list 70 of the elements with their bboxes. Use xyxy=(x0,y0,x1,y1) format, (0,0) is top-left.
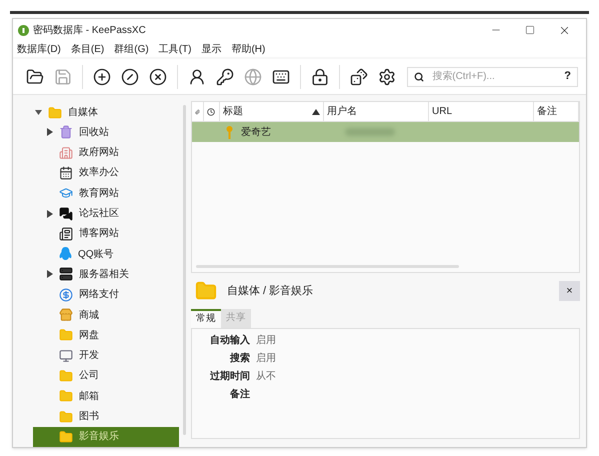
column-header[interactable]: URL xyxy=(429,102,534,121)
folder-icon xyxy=(59,430,73,444)
collapse-arrow-icon[interactable] xyxy=(35,110,42,116)
tree-item[interactable]: 政府网站 xyxy=(33,142,179,163)
clock-icon xyxy=(207,108,215,116)
folder-icon xyxy=(195,280,217,302)
expand-arrow-icon[interactable] xyxy=(47,270,53,278)
tree-item[interactable]: 服务器相关 xyxy=(33,264,179,285)
search-icon xyxy=(414,72,424,82)
menu-item[interactable]: 群组(G) xyxy=(114,42,149,56)
server-icon xyxy=(59,267,73,282)
column-header[interactable]: 备注 xyxy=(534,102,579,121)
building-icon xyxy=(59,146,73,160)
menu-item[interactable]: 帮助(H) xyxy=(231,42,266,56)
shop-icon xyxy=(59,308,73,322)
table-row[interactable]: 爱奇艺 xyxy=(192,122,579,142)
menu-item[interactable]: 显示 xyxy=(201,42,222,56)
tree-item[interactable]: 商城 xyxy=(33,304,179,326)
help-button[interactable]: ? xyxy=(564,68,571,85)
paperclip-icon xyxy=(195,108,200,116)
tree-item[interactable]: 开发 xyxy=(33,346,179,366)
expand-arrow-icon[interactable] xyxy=(47,210,53,218)
field-value: 启用 xyxy=(256,352,277,366)
field-value: 启用 xyxy=(256,334,277,348)
menu-item[interactable]: 条目(E) xyxy=(70,42,104,56)
column-header[interactable]: 用户名 xyxy=(324,102,429,121)
calendar-icon xyxy=(59,166,73,180)
tree-item[interactable]: 回收站 xyxy=(33,122,179,143)
penguin-icon xyxy=(59,247,72,262)
tree-item[interactable]: 影音娱乐 xyxy=(33,426,179,447)
search-field[interactable]: 搜索(Ctrl+F)... ? xyxy=(407,66,578,86)
folder-icon xyxy=(59,368,73,383)
monitor-icon xyxy=(59,348,73,363)
folder-icon xyxy=(48,106,62,120)
menu-item[interactable]: 数据库(D) xyxy=(17,42,61,56)
field-value: 从不 xyxy=(256,370,277,384)
tree-item[interactable]: 邮箱 xyxy=(33,386,179,406)
folder-icon xyxy=(59,328,73,342)
column-header[interactable]: 标题 xyxy=(220,102,324,121)
tree-item[interactable]: 网盘 xyxy=(33,325,179,346)
group-path: 自媒体 / 影音娱乐 xyxy=(227,284,314,299)
key-icon xyxy=(226,126,233,138)
expand-arrow-icon[interactable] xyxy=(47,128,53,136)
field-label: 自动输入 xyxy=(209,334,250,348)
tree-item[interactable]: 教育网站 xyxy=(33,183,179,204)
tree-item[interactable]: 论坛社区 xyxy=(33,203,179,224)
tree-label: 自媒体 xyxy=(68,106,98,120)
payment-icon xyxy=(59,288,73,302)
tree-item[interactable]: QQ账号 xyxy=(33,244,179,264)
field-label: 过期时间 xyxy=(209,370,250,384)
menu-item[interactable]: 工具(T) xyxy=(158,42,192,56)
tree-item[interactable]: 效率办公 xyxy=(33,162,179,184)
tree-item[interactable]: 图书 xyxy=(33,406,179,427)
maximize-icon xyxy=(525,25,535,35)
tree-item[interactable]: 公司 xyxy=(33,366,179,386)
entry-title: 爱奇艺 xyxy=(241,126,272,140)
newspaper-icon xyxy=(59,226,73,241)
tree-item[interactable]: 博客网站 xyxy=(33,224,179,244)
folder-icon xyxy=(59,410,73,424)
window-title: 密码数据库 - KeePassXC xyxy=(33,24,146,38)
app-logo-icon xyxy=(18,24,29,36)
folder-icon xyxy=(59,389,73,404)
chat-icon xyxy=(59,206,73,221)
tree-item[interactable]: 自媒体 xyxy=(33,103,187,122)
field-label: 搜索 xyxy=(228,352,250,366)
graduation-cap-icon xyxy=(59,186,73,200)
close-details-button[interactable]: × xyxy=(559,281,580,301)
field-label: 备注 xyxy=(229,387,250,402)
tree-item[interactable]: 网络支付 xyxy=(33,284,179,305)
trash-icon xyxy=(59,125,73,140)
